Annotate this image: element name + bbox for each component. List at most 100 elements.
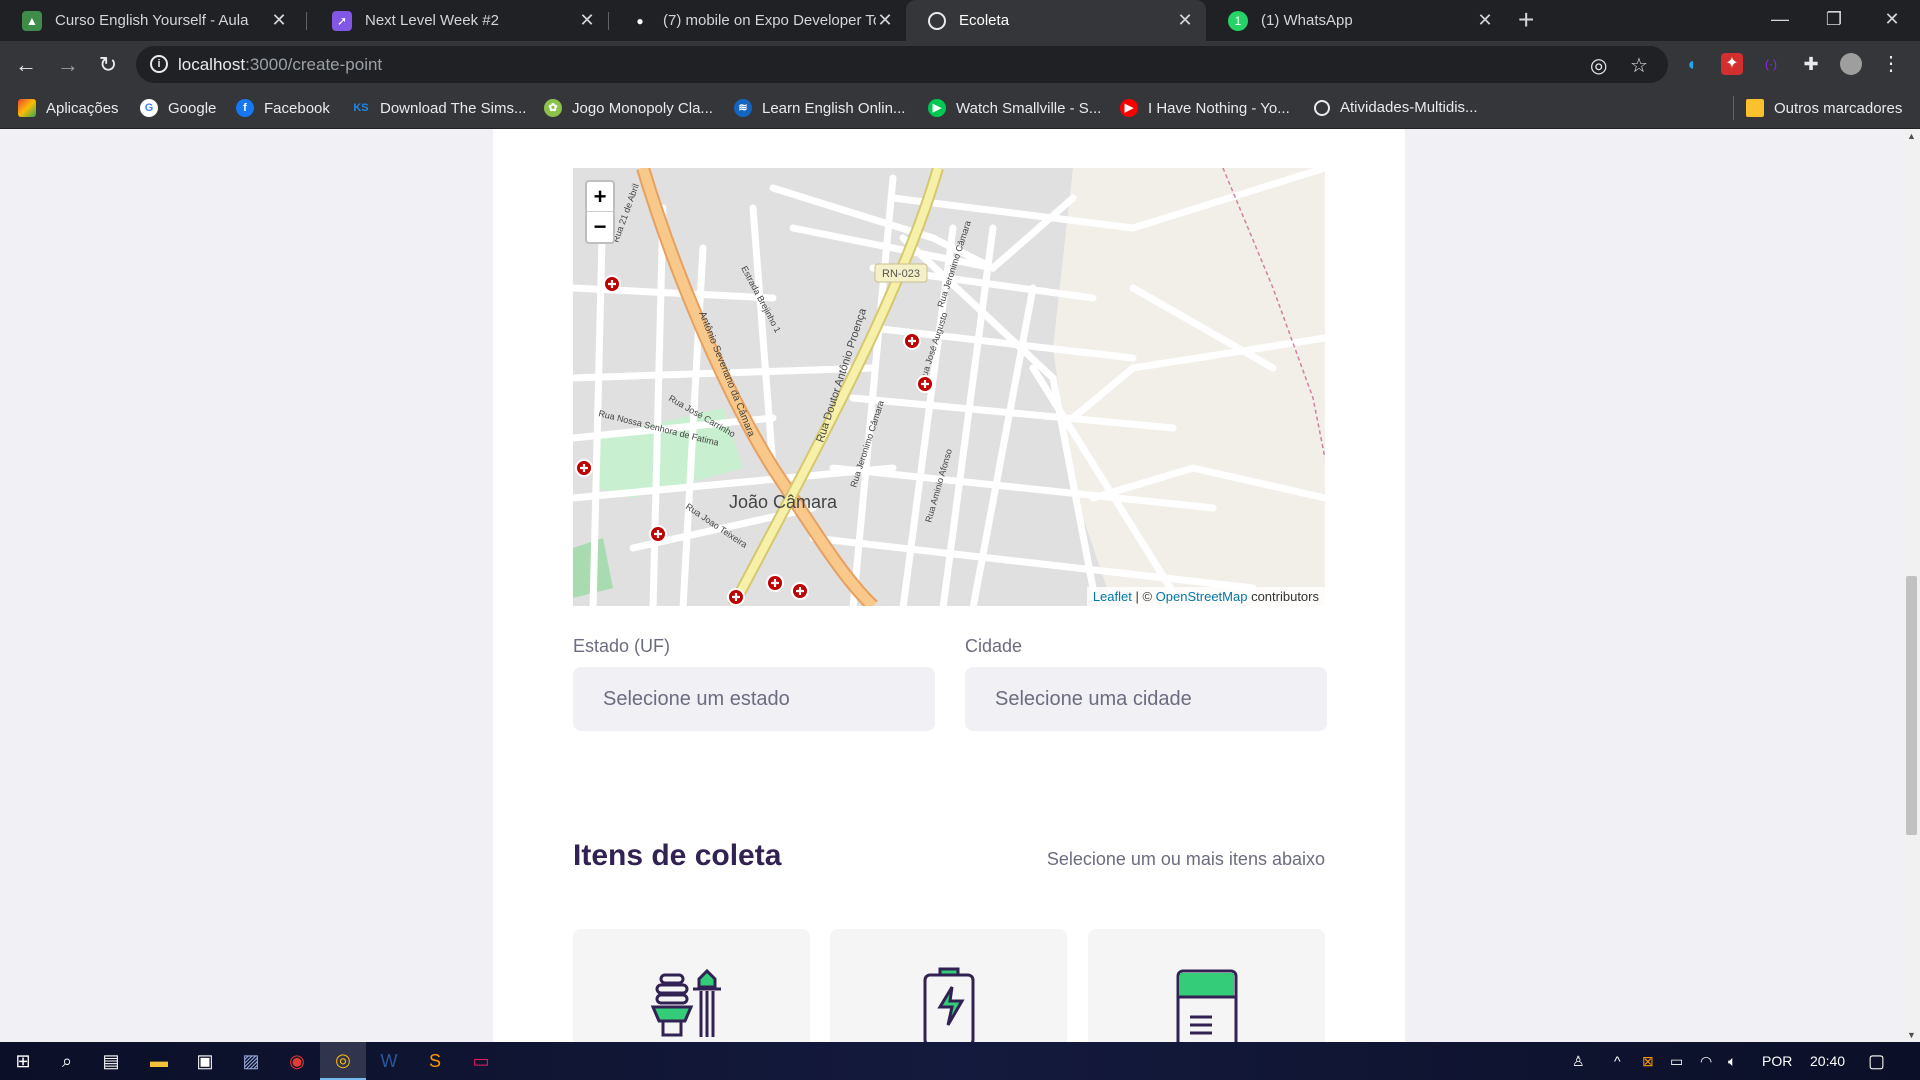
tab-ecoleta[interactable]: Ecoleta ✕ xyxy=(906,0,1206,41)
tab-title: Ecoleta xyxy=(959,12,1010,29)
info-icon[interactable]: i xyxy=(150,55,168,73)
bookmark-atividades[interactable]: Atividades-Multidis... xyxy=(1314,99,1478,116)
bookmark-label: Watch Smallville - S... xyxy=(956,99,1102,117)
page-viewport: RN-023 João Câmara Rua 21 de Abril Estra… xyxy=(0,129,1903,1042)
ks-icon: KS xyxy=(353,102,369,114)
item-card-lamps[interactable] xyxy=(573,929,810,1042)
facebook-icon: f xyxy=(236,99,254,117)
map-attribution: Leaflet | © OpenStreetMap contributors xyxy=(1086,587,1325,606)
word-icon[interactable]: W xyxy=(366,1042,412,1080)
close-icon[interactable]: ✕ xyxy=(876,10,894,31)
leaflet-link[interactable]: Leaflet xyxy=(1093,589,1132,604)
file-explorer-icon[interactable]: ▬ xyxy=(136,1042,182,1080)
map[interactable]: RN-023 João Câmara Rua 21 de Abril Estra… xyxy=(573,168,1325,606)
form-card: RN-023 João Câmara Rua 21 de Abril Estra… xyxy=(493,129,1405,1042)
bookmark-learn-english[interactable]: ≋ Learn English Onlin... xyxy=(734,99,905,117)
close-window-button[interactable]: ✕ xyxy=(1864,0,1920,38)
scrollbar-thumb[interactable] xyxy=(1906,576,1917,835)
whatsapp-icon: 1 xyxy=(1228,10,1248,31)
forward-button[interactable]: → xyxy=(54,51,82,79)
zoom-out-button[interactable]: − xyxy=(587,212,613,242)
new-tab-button[interactable]: + xyxy=(1518,4,1534,36)
globe-icon xyxy=(1314,99,1330,116)
sublime-icon[interactable]: S xyxy=(412,1042,458,1080)
close-icon[interactable]: ✕ xyxy=(270,10,288,31)
tab-curso-english[interactable]: ▲ Curso English Yourself - Aula ✕ xyxy=(0,0,300,41)
address-bar[interactable]: i localhost:3000/create-point ◎ ☆ xyxy=(136,46,1668,83)
folder-icon xyxy=(1746,99,1764,117)
wifi-icon[interactable]: ◠ xyxy=(1700,1042,1712,1080)
avatar[interactable] xyxy=(1840,53,1862,75)
osm-link[interactable]: OpenStreetMap xyxy=(1156,589,1248,604)
bookmark-sims[interactable]: KS Download The Sims... xyxy=(352,99,526,117)
extension-icon[interactable]: ◖ xyxy=(1680,53,1702,75)
close-icon[interactable]: ✕ xyxy=(1176,10,1194,31)
tray-chevron-icon[interactable]: ^ xyxy=(1614,1042,1621,1080)
bookmark-facebook[interactable]: f Facebook xyxy=(236,99,330,117)
location-icon[interactable]: ◎ xyxy=(1590,53,1607,78)
tab-title: (1) WhatsApp xyxy=(1261,12,1353,29)
tab-whatsapp[interactable]: 1 (1) WhatsApp ✕ xyxy=(1206,0,1506,41)
minimize-button[interactable]: — xyxy=(1752,0,1808,38)
estado-label: Estado (UF) xyxy=(573,636,671,656)
store-icon[interactable]: ▣ xyxy=(182,1042,228,1080)
estado-select[interactable]: Selecione um estado xyxy=(573,667,935,731)
back-button[interactable]: ← xyxy=(12,51,40,79)
scroll-up-icon[interactable]: ▲ xyxy=(1903,131,1920,141)
url-text[interactable]: localhost:3000/create-point xyxy=(178,55,382,75)
school-icon: ▲ xyxy=(22,10,42,31)
item-card-batteries[interactable] xyxy=(830,929,1067,1042)
bookmark-other[interactable]: Outros marcadores xyxy=(1746,99,1902,117)
language-indicator[interactable]: POR xyxy=(1762,1042,1792,1080)
map-tiles: RN-023 João Câmara Rua 21 de Abril Estra… xyxy=(573,168,1325,606)
bookmark-monopoly[interactable]: ✿ Jogo Monopoly Cla... xyxy=(544,99,713,117)
close-icon[interactable]: ✕ xyxy=(578,10,596,31)
globe-icon xyxy=(928,11,946,30)
tab-expo-devtools[interactable]: ● (7) mobile on Expo Developer Tools ✕ xyxy=(608,0,906,41)
zoom-control: + − xyxy=(585,180,615,244)
apps-grid-icon xyxy=(18,99,36,117)
task-view-icon[interactable]: ▤ xyxy=(88,1042,134,1080)
xampp-icon[interactable]: ⊠ xyxy=(1642,1042,1654,1080)
extension-purple-icon[interactable]: (·) xyxy=(1760,53,1782,75)
people-icon[interactable]: ♙ xyxy=(1572,1042,1585,1080)
lamp-icon xyxy=(650,968,721,1037)
bookmark-label: Atividades-Multidis... xyxy=(1340,99,1478,116)
reload-button[interactable]: ↻ xyxy=(94,51,122,79)
battery-icon xyxy=(923,967,975,1042)
app-red-icon[interactable]: ◉ xyxy=(274,1042,320,1080)
clock[interactable]: 20:40 xyxy=(1810,1042,1845,1080)
restore-button[interactable]: ❐ xyxy=(1806,0,1862,38)
tab-next-level-week[interactable]: ➚ Next Level Week #2 ✕ xyxy=(310,0,608,41)
item-card-paper[interactable] xyxy=(1088,929,1325,1042)
battery-tray-icon[interactable]: ▭ xyxy=(1670,1042,1683,1080)
close-icon[interactable]: ✕ xyxy=(1476,10,1494,31)
page-scrollbar[interactable]: ▲ ▼ xyxy=(1903,129,1920,1042)
chrome-icon[interactable]: ◎ xyxy=(320,1042,366,1080)
windows-start-icon[interactable]: ⊞ xyxy=(0,1042,46,1080)
url-path: :3000/create-point xyxy=(245,55,383,74)
search-icon[interactable]: ⌕ xyxy=(44,1042,90,1080)
bookmark-google[interactable]: G Google xyxy=(140,99,216,117)
bookmark-star-icon[interactable]: ☆ xyxy=(1630,53,1648,78)
bookmark-label: Outros marcadores xyxy=(1774,99,1903,117)
attribution-suffix: contributors xyxy=(1247,589,1319,604)
menu-icon[interactable]: ⋮ xyxy=(1880,53,1902,75)
bookmark-youtube[interactable]: ▶ I Have Nothing - Yo... xyxy=(1120,99,1290,117)
extension-red-icon[interactable]: ✦ xyxy=(1721,53,1743,75)
cidade-select[interactable]: Selecione uma cidade xyxy=(965,667,1327,731)
volume-icon[interactable]: 🔈︎ xyxy=(1728,1042,1736,1080)
bookmark-smallville[interactable]: ▶ Watch Smallville - S... xyxy=(928,99,1101,117)
city-label: João Câmara xyxy=(729,492,838,512)
notifications-icon[interactable]: ▢ xyxy=(1868,1042,1885,1080)
bookmark-apps[interactable]: Aplicações xyxy=(18,99,119,117)
scroll-down-icon[interactable]: ▼ xyxy=(1903,1030,1920,1040)
puzzle-icon[interactable]: ✚ xyxy=(1800,53,1822,75)
tab-title: Curso English Yourself - Aula xyxy=(55,12,249,29)
zoom-in-button[interactable]: + xyxy=(587,182,613,212)
terminal-icon[interactable]: ▭ xyxy=(458,1042,504,1080)
bookmark-label: Learn English Onlin... xyxy=(762,99,906,117)
photos-icon[interactable]: ▨ xyxy=(228,1042,274,1080)
bookmark-label: Aplicações xyxy=(46,99,119,117)
bookmark-label: Jogo Monopoly Cla... xyxy=(572,99,713,117)
